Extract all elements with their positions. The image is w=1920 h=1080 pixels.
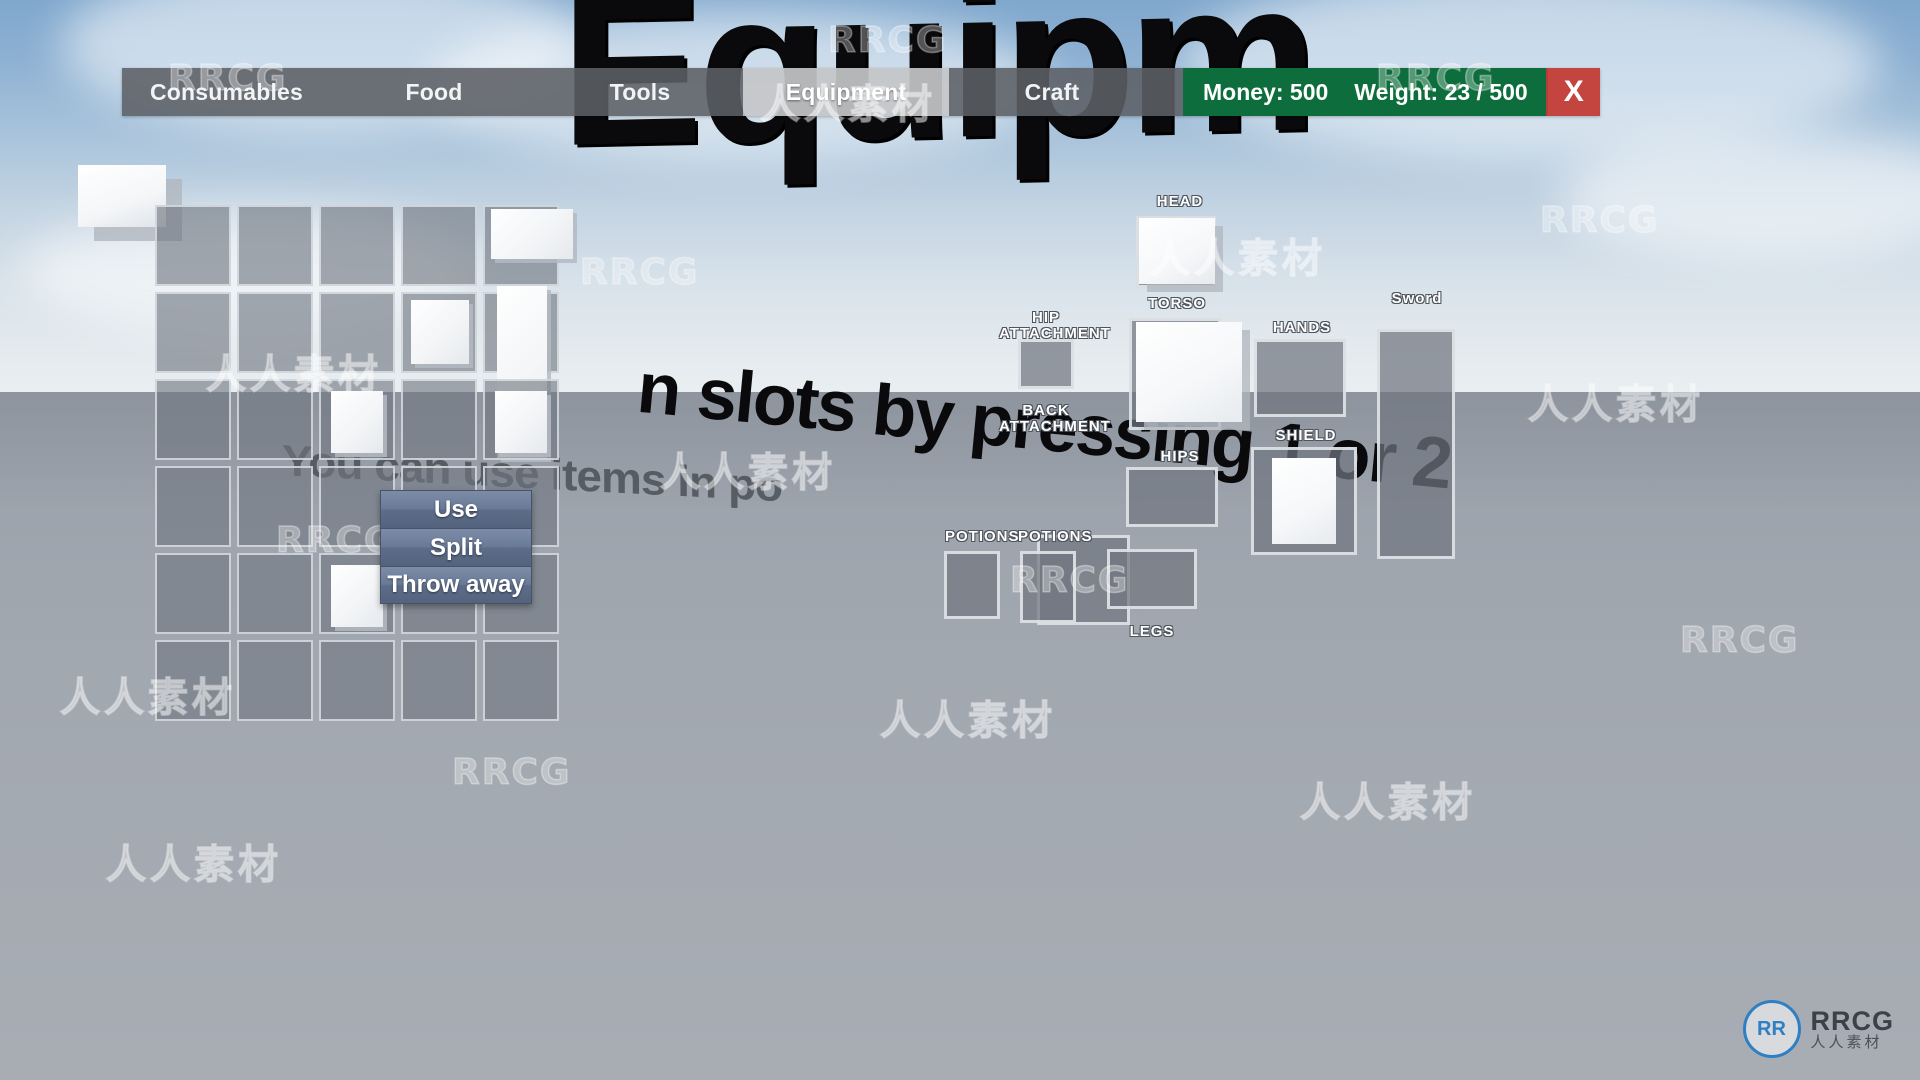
- tab-tools[interactable]: Tools: [537, 68, 744, 116]
- equipment-slot-potions-2[interactable]: [1020, 551, 1076, 623]
- money-value: Money: 500: [1203, 78, 1329, 105]
- equipment-slot-hips[interactable]: [1126, 467, 1218, 527]
- stats-bar: Money: 500 Weight: 23 / 500: [1183, 68, 1546, 116]
- inventory-slot[interactable]: [155, 640, 231, 721]
- game-screen: Equipm You can use items in po n slots b…: [0, 0, 1920, 1080]
- inventory-slot[interactable]: [483, 379, 559, 460]
- inventory-slot[interactable]: [237, 379, 313, 460]
- context-menu-split[interactable]: Split: [380, 528, 532, 566]
- close-button[interactable]: X: [1545, 68, 1600, 116]
- tab-label: Consumables: [150, 78, 304, 105]
- inventory-slot[interactable]: [155, 466, 231, 547]
- inventory-grid: [155, 205, 573, 721]
- rrcg-logo: RR RRCG 人人素材: [1742, 1000, 1895, 1058]
- inventory-slot[interactable]: [401, 379, 477, 460]
- tab-consumables[interactable]: Consumables: [122, 68, 332, 116]
- equipment-slot-sword[interactable]: [1377, 329, 1455, 559]
- inventory-tabbar: Consumables Food Tools Equipment Craft M…: [122, 68, 1600, 116]
- rrcg-logo-wordmark: RRCG 人人素材: [1811, 1007, 1895, 1051]
- context-menu-throw-away[interactable]: Throw away: [380, 566, 532, 604]
- equipment-slot-hip-attachment[interactable]: [1018, 339, 1074, 389]
- inventory-item[interactable]: [491, 209, 573, 259]
- tab-equipment[interactable]: Equipment: [743, 68, 950, 116]
- rrcg-logo-badge: RR: [1742, 1000, 1801, 1058]
- rrcg-logo-top: RRCG: [1810, 1005, 1894, 1036]
- equipment-label-hip-attachment: HIP ATTACHMENT: [999, 309, 1111, 342]
- equipment-label-potions-1: POTIONS: [945, 528, 1020, 545]
- equipment-label-back-attachment: BACK ATTACHMENT: [999, 402, 1111, 435]
- equipment-label-potions-2: POTIONS: [1018, 528, 1093, 545]
- inventory-slot[interactable]: [483, 205, 573, 286]
- inventory-slot[interactable]: [155, 205, 231, 286]
- tabbar-spacer: [1155, 68, 1184, 116]
- inventory-item[interactable]: [495, 391, 547, 453]
- floating-item-cube[interactable]: [78, 165, 166, 227]
- context-menu-item-label: Use: [433, 495, 479, 523]
- context-menu-item-label: Split: [430, 533, 482, 561]
- inventory-slot[interactable]: [237, 466, 313, 547]
- inventory-slot[interactable]: [155, 292, 231, 373]
- equipment-label-sword: Sword: [1391, 290, 1443, 307]
- inventory-slot[interactable]: [237, 640, 313, 721]
- context-menu-item-label: Throw away: [387, 571, 525, 598]
- inventory-item[interactable]: [331, 391, 383, 453]
- equipment-slot-potions-1[interactable]: [944, 551, 1000, 619]
- inventory-slot[interactable]: [401, 205, 477, 286]
- inventory-slot[interactable]: [401, 640, 477, 721]
- inventory-slot[interactable]: [319, 640, 395, 721]
- inventory-slot[interactable]: [483, 640, 559, 721]
- close-icon: X: [1563, 75, 1584, 108]
- weight-value: Weight: 23 / 500: [1354, 78, 1528, 105]
- equipment-label-legs: LEGS: [1129, 623, 1175, 640]
- equipment-label-head: HEAD: [1156, 193, 1204, 210]
- equipment-item-torso[interactable]: [1136, 322, 1242, 422]
- tab-food[interactable]: Food: [331, 68, 538, 116]
- equipment-label-hands: HANDS: [1272, 319, 1332, 336]
- inventory-slot[interactable]: [237, 292, 313, 373]
- tab-label: Equipment: [785, 78, 907, 105]
- equipment-item-head[interactable]: [1139, 218, 1215, 284]
- tab-label: Food: [405, 78, 463, 105]
- equipment-item-shield[interactable]: [1272, 458, 1336, 544]
- inventory-slot[interactable]: [401, 292, 477, 373]
- inventory-slot[interactable]: [237, 205, 313, 286]
- equipment-label-shield: SHIELD: [1275, 427, 1337, 444]
- inventory-slot[interactable]: [155, 379, 231, 460]
- inventory-slot[interactable]: [483, 286, 559, 458]
- inventory-slot[interactable]: [319, 205, 395, 286]
- tab-label: Craft: [1024, 78, 1080, 105]
- equipment-label-torso: TORSO: [1147, 295, 1207, 312]
- equipment-label-hips: HIPS: [1160, 448, 1200, 465]
- inventory-slot[interactable]: [319, 379, 395, 460]
- context-menu-use[interactable]: Use: [380, 490, 532, 528]
- tab-craft[interactable]: Craft: [949, 68, 1156, 116]
- equipment-slot-legs[interactable]: [1107, 549, 1197, 609]
- equipment-slot-hands[interactable]: [1254, 339, 1346, 417]
- item-context-menu: Use Split Throw away: [380, 490, 532, 604]
- inventory-slot[interactable]: [237, 553, 313, 634]
- tab-label: Tools: [609, 78, 671, 105]
- inventory-slot[interactable]: [155, 553, 231, 634]
- inventory-item[interactable]: [411, 300, 469, 364]
- inventory-slot[interactable]: [319, 292, 395, 373]
- rrcg-logo-bottom: 人人素材: [1810, 1034, 1883, 1052]
- inventory-item[interactable]: [331, 565, 383, 627]
